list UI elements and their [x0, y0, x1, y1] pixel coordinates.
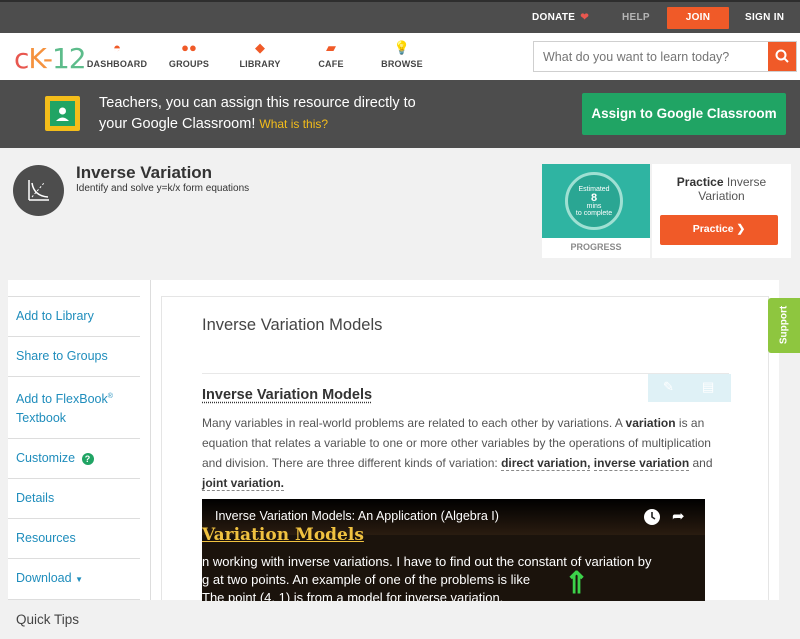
caret-down-icon: ▼ [75, 575, 83, 584]
share-to-groups-link[interactable]: Share to Groups [8, 336, 140, 376]
browse-icon: 💡 [367, 39, 437, 56]
pencil-icon[interactable]: ✎ [663, 379, 674, 395]
video-title[interactable]: Inverse Variation Models: An Application… [215, 509, 499, 523]
google-classroom-text: Teachers, you can assign this resource d… [99, 93, 479, 135]
nav-cafe[interactable]: ▰ CAFE [296, 39, 366, 69]
library-icon: ◆ [225, 39, 295, 56]
search-icon [768, 42, 796, 71]
resources-link[interactable]: Resources [8, 518, 140, 558]
progress-label: PROGRESS [542, 242, 650, 252]
main-nav: cK-12 ◓ DASHBOARD ●● GROUPS ◆ LIBRARY ▰ … [0, 33, 800, 80]
section-heading: Inverse Variation Models [202, 387, 372, 403]
estimate-badge: Estimated 8 mins to complete [565, 172, 623, 230]
progress-card[interactable]: Estimated 8 mins to complete PROGRESS [542, 164, 650, 258]
details-link[interactable]: Details [8, 478, 140, 518]
video-slide-heading: Variation Models [202, 525, 364, 545]
concept-header: Inverse Variation Identify and solve y=k… [0, 150, 800, 250]
lesson-title: Inverse Variation Models [202, 316, 382, 335]
inverse-variation-term[interactable]: inverse variation [594, 456, 689, 471]
customize-link[interactable]: Customize ? [8, 438, 140, 478]
practice-button[interactable]: Practice ❯ [660, 215, 778, 245]
concept-title: Inverse Variation [76, 163, 212, 183]
groups-icon: ●● [154, 39, 224, 56]
arrow-up-icon: ⇑ [564, 569, 589, 599]
nav-library[interactable]: ◆ LIBRARY [225, 39, 295, 69]
google-classroom-icon [45, 96, 80, 131]
video-player[interactable]: Variation Models Inverse Variation Model… [202, 499, 705, 601]
download-dropdown[interactable]: Download ▼ [8, 558, 140, 599]
search-input[interactable] [534, 42, 769, 71]
what-is-this-link[interactable]: What is this? [259, 117, 328, 131]
concept-subtitle: Identify and solve y=k/x form equations [76, 183, 249, 194]
assign-google-classroom-button[interactable]: Assign to Google Classroom [582, 93, 786, 135]
quick-tips-heading: Quick Tips [8, 599, 140, 639]
watch-later-icon[interactable] [644, 509, 660, 525]
share-icon[interactable]: ➦ [672, 507, 685, 525]
practice-text: Practice Inverse Variation [652, 175, 791, 203]
sign-in-link[interactable]: SIGN IN [745, 2, 784, 33]
help-icon: ? [82, 453, 94, 465]
google-classroom-banner: Teachers, you can assign this resource d… [0, 80, 800, 148]
joint-variation-term[interactable]: joint variation. [202, 476, 284, 491]
sidebar: Add to Library Share to Groups Add to Fl… [8, 296, 140, 639]
join-button[interactable]: JOIN [667, 7, 729, 29]
direct-variation-term[interactable]: direct variation, [501, 456, 590, 471]
add-to-flexbook-link[interactable]: Add to FlexBook® Textbook [8, 376, 140, 438]
nav-browse[interactable]: 💡 BROWSE [367, 39, 437, 69]
notes-icon[interactable]: ▤ [702, 379, 714, 395]
lesson-content: Inverse Variation Models ✎ ▤ Inverse Var… [161, 296, 769, 600]
search-button[interactable] [768, 42, 796, 71]
heart-icon: ❤ [580, 12, 589, 23]
nav-dashboard[interactable]: ◓ DASHBOARD [82, 39, 152, 69]
help-link[interactable]: HELP [622, 2, 650, 33]
dashboard-icon: ◓ [82, 39, 152, 56]
ck12-logo[interactable]: cK-12 [14, 42, 86, 75]
top-bar: DONATE ❤ HELP JOIN SIGN IN [0, 0, 800, 33]
content-tools: ✎ ▤ [648, 374, 731, 402]
support-tab[interactable]: Support [768, 298, 800, 353]
search-box [533, 41, 797, 72]
donate-link[interactable]: DONATE ❤ [532, 2, 589, 33]
video-slide-text: n working with inverse variations. I hav… [202, 553, 705, 601]
add-to-library-link[interactable]: Add to Library [8, 296, 140, 336]
lesson-paragraph: Many variables in real-world problems ar… [202, 413, 732, 493]
nav-groups[interactable]: ●● GROUPS [154, 39, 224, 69]
practice-card: Practice Inverse Variation Practice ❯ [652, 164, 791, 258]
cafe-icon: ▰ [296, 39, 366, 56]
graph-icon [13, 165, 64, 216]
chevron-right-icon: ❯ [736, 223, 745, 235]
